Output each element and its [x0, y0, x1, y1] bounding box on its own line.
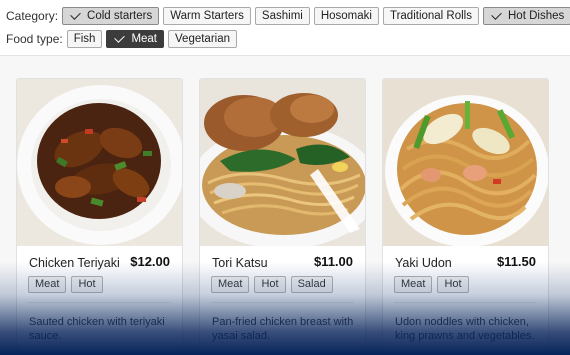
category-chip-hosomaki[interactable]: Hosomaki [313, 7, 379, 25]
dish-tags: Meat Hot [28, 276, 108, 293]
tag-hot: Hot [437, 276, 469, 293]
dish-card-tori-katsu[interactable]: Tori Katsu $11.00 Meat Hot Salad Pan-fri… [199, 78, 366, 355]
category-filter-row: Category: Cold starters Warm Starters Sa… [6, 7, 570, 25]
filter-bar: Category: Cold starters Warm Starters Sa… [0, 0, 570, 56]
food-type-chip-vegetarian[interactable]: Vegetarian [168, 30, 238, 48]
divider [394, 302, 537, 303]
check-icon [114, 32, 126, 43]
category-chip-warm-starters[interactable]: Warm Starters [163, 7, 251, 25]
dish-tags: Meat Hot Salad [211, 276, 338, 293]
dish-card-chicken-teriyaki[interactable]: Chicken Teriyaki $12.00 Meat Hot Sauted … [16, 78, 183, 355]
tag-salad: Salad [290, 276, 333, 293]
category-chip-traditional-rolls[interactable]: Traditional Rolls [382, 7, 479, 25]
category-chip-sashimi[interactable]: Sashimi [254, 7, 310, 25]
dish-name: Tori Katsu [212, 256, 268, 270]
dish-grid: Chicken Teriyaki $12.00 Meat Hot Sauted … [0, 56, 570, 355]
dish-card-yaki-udon[interactable]: Yaki Udon $11.50 Meat Hot Udon noddles w… [382, 78, 549, 355]
food-type-label: Food type: [6, 32, 63, 46]
tag-hot: Hot [254, 276, 286, 293]
chicken-teriyaki-photo [17, 79, 182, 246]
dish-name: Yaki Udon [395, 256, 452, 270]
dish-description: Udon noddles with chicken, king prawns a… [395, 316, 535, 342]
food-type-chip-meat[interactable]: Meat [106, 30, 165, 48]
dish-price: $12.00 [130, 254, 170, 269]
category-chip-hot-dishes[interactable]: Hot Dishes [483, 7, 570, 25]
dish-name: Chicken Teriyaki [29, 256, 120, 270]
dish-price: $11.50 [496, 254, 536, 269]
dish-description: Pan-fried chicken breast with yasai sala… [212, 316, 354, 342]
tag-meat: Meat [394, 276, 433, 293]
divider [28, 302, 171, 303]
dish-description: Sauted chicken with teriyaki sauce. [29, 316, 165, 342]
tag-meat: Meat [28, 276, 67, 293]
category-chip-cold-starters[interactable]: Cold starters [62, 7, 160, 25]
category-label: Category: [6, 9, 59, 23]
check-icon [491, 9, 502, 20]
food-type-filter-row: Food type: Fish Meat Vegetarian [6, 30, 241, 48]
tag-meat: Meat [211, 276, 250, 293]
tori-katsu-photo [200, 79, 365, 246]
food-type-chip-fish[interactable]: Fish [66, 30, 103, 48]
check-icon [70, 9, 81, 20]
divider [211, 302, 354, 303]
tag-hot: Hot [71, 276, 103, 293]
yaki-udon-photo [383, 79, 548, 246]
dish-price: $11.00 [313, 254, 353, 269]
dish-tags: Meat Hot [394, 276, 474, 293]
